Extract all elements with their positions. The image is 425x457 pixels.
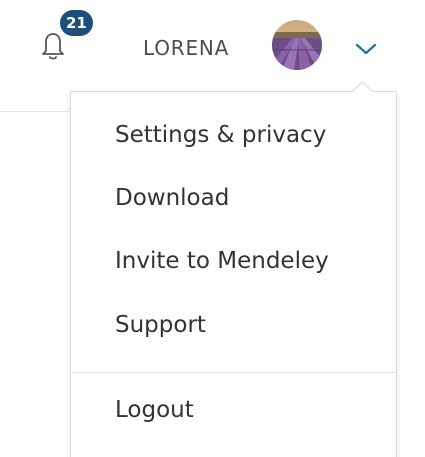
menu-item-download[interactable]: Download bbox=[115, 185, 229, 211]
menu-item-invite[interactable]: Invite to Mendeley bbox=[115, 248, 329, 274]
header-divider bbox=[0, 111, 70, 112]
menu-item-logout[interactable]: Logout bbox=[115, 397, 194, 423]
menu-item-support[interactable]: Support bbox=[115, 312, 206, 338]
chevron-down-icon[interactable] bbox=[355, 42, 377, 56]
menu-item-settings-privacy[interactable]: Settings & privacy bbox=[115, 122, 326, 148]
username-label[interactable]: LORENA bbox=[143, 36, 229, 60]
user-dropdown-menu: Settings & privacy Download Invite to Me… bbox=[70, 91, 397, 457]
menu-divider bbox=[71, 372, 396, 373]
avatar[interactable] bbox=[272, 20, 322, 70]
page: 21 LORENA Settings & privacy Download In… bbox=[0, 0, 425, 457]
notification-badge[interactable]: 21 bbox=[60, 10, 93, 36]
